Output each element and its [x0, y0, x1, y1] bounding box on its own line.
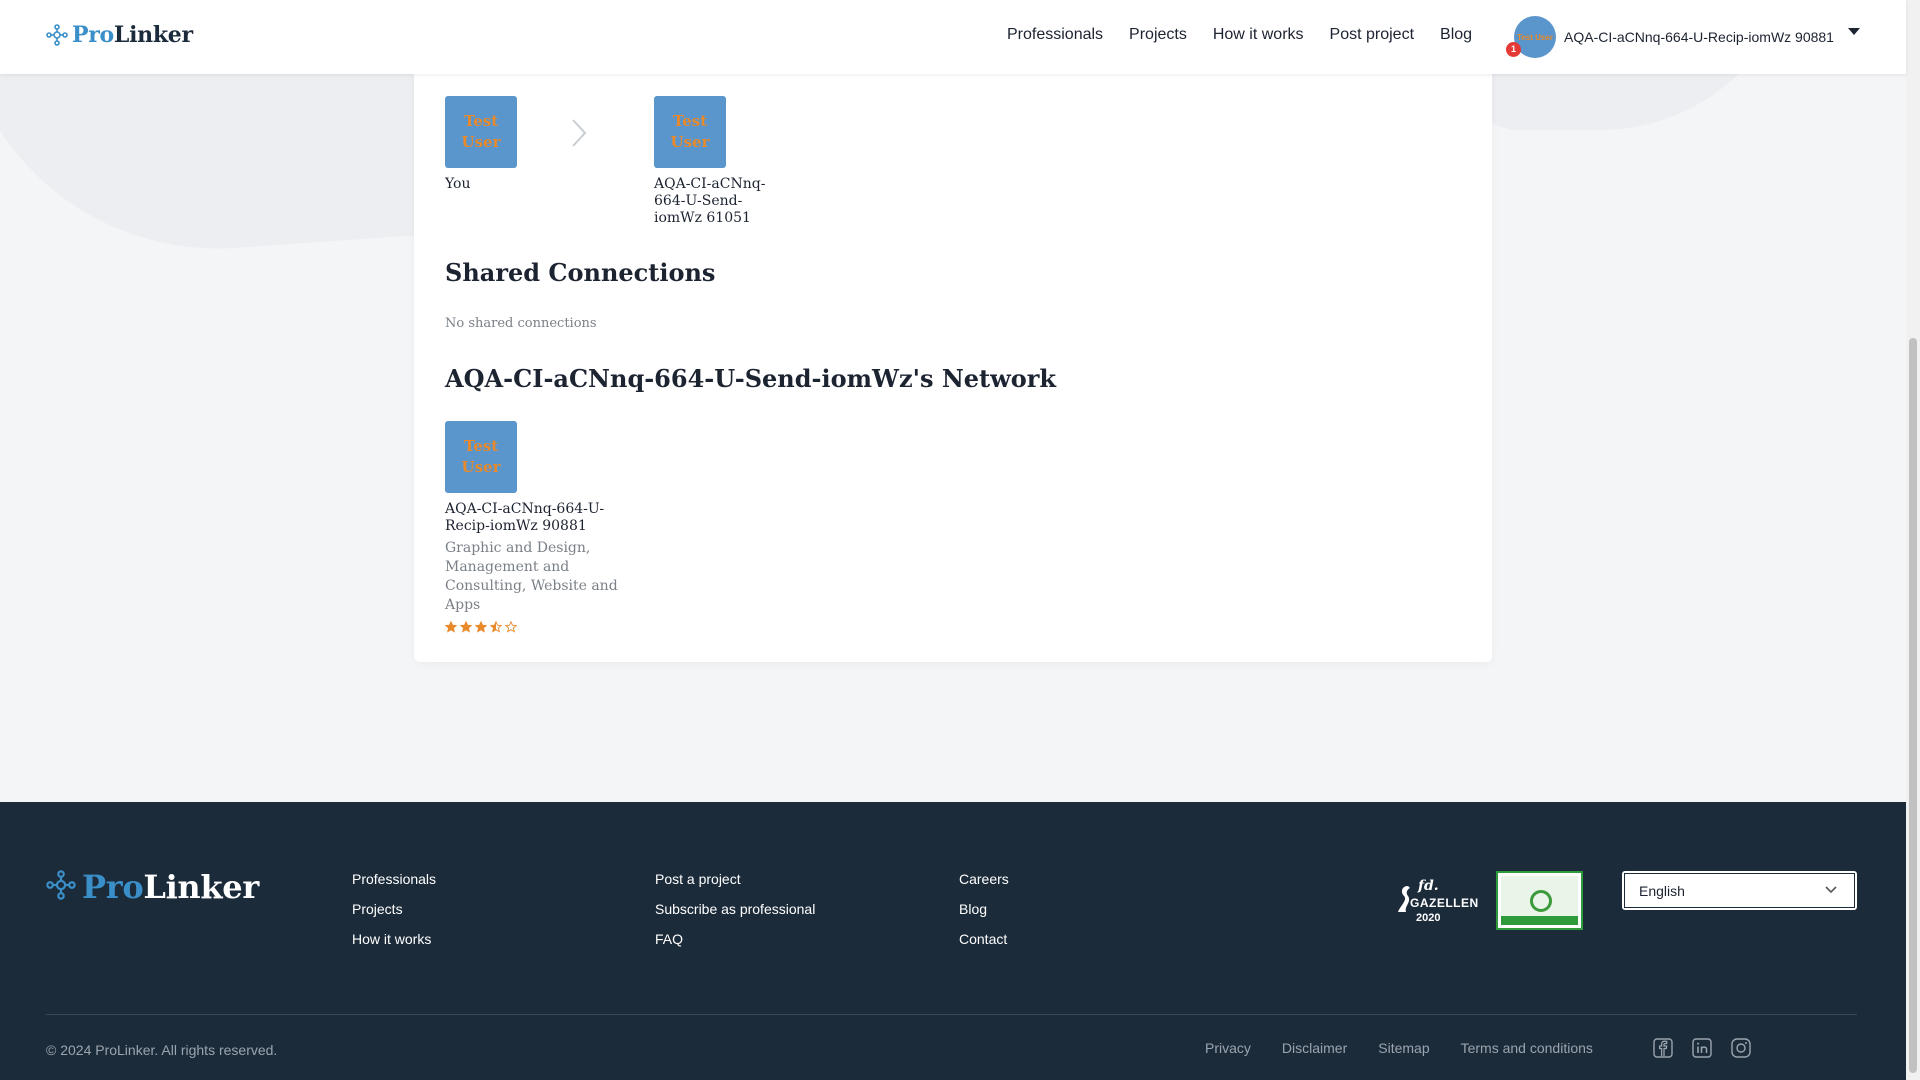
chevron-down-icon — [1825, 886, 1837, 894]
user-tile[interactable]: Test User — [445, 96, 517, 168]
award-title: GAZELLEN — [1410, 896, 1479, 910]
footer-link-projects[interactable]: Projects — [352, 901, 436, 917]
footer-link-subscribe[interactable]: Subscribe as professional — [655, 901, 815, 917]
footer-link-professionals[interactable]: Professionals — [352, 871, 436, 887]
star-empty-icon — [505, 621, 517, 633]
network-user-skills: Graphic and Design, Management and Consu… — [445, 540, 618, 613]
shared-connections-title: Shared Connections — [445, 258, 716, 287]
path-you-label: You — [445, 176, 471, 192]
footer-link-faq[interactable]: FAQ — [655, 931, 815, 947]
star-full-icon — [445, 621, 457, 633]
star-full-icon — [460, 621, 472, 633]
avatar-text: Test User — [1517, 32, 1553, 42]
chevron-right-icon — [570, 118, 588, 153]
page-scrollbar[interactable] — [1906, 0, 1920, 1080]
nav-blog[interactable]: Blog — [1440, 26, 1472, 44]
header-logo[interactable]: ProLinker — [46, 22, 193, 48]
notification-badge[interactable]: 1 — [1506, 42, 1521, 57]
network-user-name[interactable]: AQA-CI-aCNnq-664-U-Recip-iomWz 90881 — [445, 501, 645, 535]
user-tile[interactable]: Test User — [445, 421, 517, 493]
award-brand: fd. — [1418, 878, 1439, 894]
footer-link-privacy[interactable]: Privacy — [1205, 1040, 1251, 1056]
prolinker-logo-icon — [46, 24, 68, 46]
star-half-icon — [490, 621, 502, 633]
footer-link-post-project[interactable]: Post a project — [655, 871, 815, 887]
path-target-label[interactable]: AQA-CI-aCNnq-664-U-Send-iomWz 61051 — [654, 176, 774, 227]
footer-divider — [46, 1014, 1857, 1015]
rating-stars — [445, 621, 645, 633]
language-select[interactable]: English — [1622, 871, 1857, 910]
user-menu[interactable]: Test User 1 AQA-CI-aCNnq-664-U-Recip-iom… — [1506, 16, 1860, 58]
nav-professionals[interactable]: Professionals — [1007, 26, 1103, 44]
footer-link-contact[interactable]: Contact — [959, 931, 1009, 947]
prolinker-logo-icon — [46, 869, 76, 905]
award-year: 2020 — [1416, 912, 1441, 924]
footer-logo[interactable]: ProLinker — [46, 868, 259, 906]
instagram-icon[interactable] — [1731, 1038, 1751, 1058]
footer-column-3: Careers Blog Contact — [959, 871, 1009, 961]
site-header: ProLinker Professionals Projects How it … — [0, 0, 1906, 74]
language-selected-value: English — [1639, 882, 1685, 899]
footer-legal-links: Privacy Disclaimer Sitemap Terms and con… — [1205, 1040, 1624, 1056]
site-footer: ProLinker Professionals Projects How it … — [0, 802, 1906, 1080]
nav-post-project[interactable]: Post project — [1330, 26, 1414, 44]
nav-how-it-works[interactable]: How it works — [1213, 26, 1304, 44]
footer-column-2: Post a project Subscribe as professional… — [655, 871, 815, 961]
network-title: AQA-CI-aCNnq-664-U-Send-iomWz's Network — [445, 364, 1057, 393]
laurel-wreath-icon — [1530, 890, 1552, 912]
path-you[interactable]: Test User You — [445, 96, 565, 193]
footer-link-sitemap[interactable]: Sitemap — [1378, 1040, 1429, 1056]
path-target[interactable]: Test User AQA-CI-aCNnq-664-U-Send-iomWz … — [654, 96, 774, 227]
star-full-icon — [475, 621, 487, 633]
footer-link-blog[interactable]: Blog — [959, 901, 1009, 917]
user-tile[interactable]: Test User — [654, 96, 726, 168]
logo-wordmark: ProLinker — [72, 22, 193, 48]
footer-link-terms[interactable]: Terms and conditions — [1461, 1040, 1593, 1056]
footer-logo-wordmark: ProLinker — [82, 868, 259, 906]
linkedin-icon[interactable] — [1692, 1038, 1712, 1058]
footer-link-how-it-works[interactable]: How it works — [352, 931, 436, 947]
scrollbar-thumb[interactable] — [1909, 338, 1917, 1073]
social-links — [1653, 1038, 1751, 1058]
no-shared-connections-text: No shared connections — [445, 316, 597, 331]
connection-card: Test User You Test User AQA-CI-aCNnq-664… — [414, 40, 1492, 662]
copyright-text: © 2024 ProLinker. All rights reserved. — [46, 1042, 278, 1058]
network-list-item[interactable]: Test User AQA-CI-aCNnq-664-U-Recip-iomWz… — [445, 421, 645, 633]
green-award-badge — [1496, 871, 1583, 930]
chevron-down-icon[interactable] — [1847, 27, 1860, 35]
user-name[interactable]: AQA-CI-aCNnq-664-U-Recip-iomWz 90881 — [1564, 29, 1834, 45]
footer-column-1: Professionals Projects How it works — [352, 871, 436, 961]
footer-link-careers[interactable]: Careers — [959, 871, 1009, 887]
facebook-icon[interactable] — [1653, 1038, 1673, 1058]
footer-link-disclaimer[interactable]: Disclaimer — [1282, 1040, 1347, 1056]
main-nav: Professionals Projects How it works Post… — [1007, 26, 1498, 44]
user-avatar[interactable]: Test User 1 — [1506, 16, 1556, 58]
fd-gazellen-award-logo: fd. GAZELLEN 2020 — [1396, 878, 1479, 930]
nav-projects[interactable]: Projects — [1129, 26, 1187, 44]
